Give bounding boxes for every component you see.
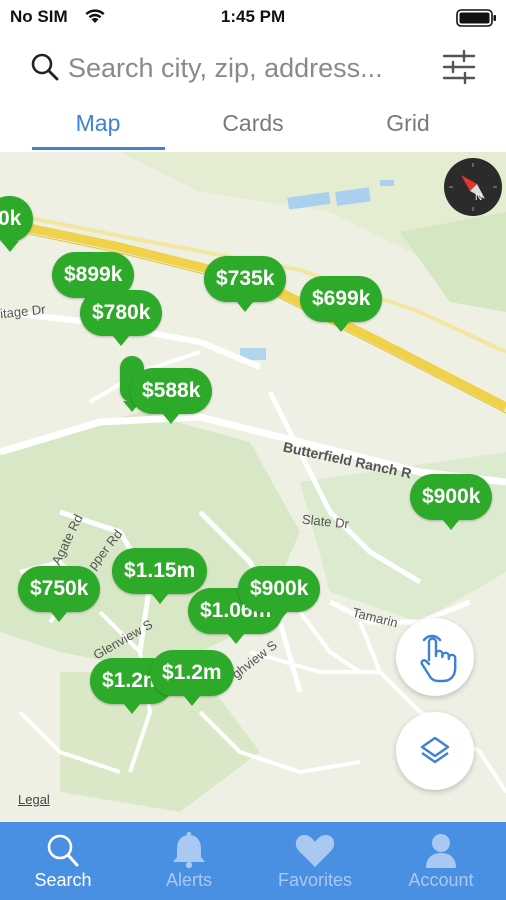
hand-pointer-icon	[420, 634, 457, 683]
svg-text:N: N	[475, 192, 482, 203]
tab-bar-label: Alerts	[165, 870, 212, 890]
status-time: 1:45 PM	[220, 7, 286, 26]
tab-active-indicator	[32, 147, 165, 150]
person-icon	[426, 834, 456, 868]
compass-icon[interactable]: N	[444, 158, 502, 216]
price-pin[interactable]: $750k	[18, 566, 101, 622]
layers-icon	[420, 736, 450, 764]
price-pin[interactable]: $588k	[130, 368, 213, 424]
search-icon	[31, 53, 59, 81]
tab-bar-label: Favorites	[277, 870, 353, 890]
draw-area-button[interactable]	[396, 618, 474, 696]
tab-grid[interactable]: Grid	[341, 110, 475, 137]
price-pin[interactable]: $900k	[410, 474, 493, 530]
price-pin[interactable]: $735k	[204, 256, 287, 312]
bell-icon	[173, 831, 205, 869]
search-icon	[47, 834, 79, 867]
search-bar	[0, 40, 506, 96]
tab-bar-alerts[interactable]: Alerts	[126, 822, 252, 900]
tab-bar-label: Search	[34, 870, 92, 890]
price-pin[interactable]: $900k	[238, 566, 321, 622]
tab-map[interactable]: Map	[31, 110, 165, 137]
price-pin[interactable]: $780k	[80, 290, 163, 346]
status-bar: No SIM 1:45 PM	[0, 0, 506, 34]
tab-bar-favorites[interactable]: Favorites	[252, 822, 378, 900]
tab-cards[interactable]: Cards	[186, 110, 320, 137]
price-pin[interactable]: $699k	[300, 276, 383, 332]
tab-bar-label: Account	[408, 870, 474, 890]
map-layers-button[interactable]	[396, 712, 474, 790]
heart-icon	[295, 835, 335, 867]
view-tabs: Map Cards Grid	[0, 100, 506, 152]
bottom-tab-bar: Search Alerts Favorites Account	[0, 822, 506, 900]
legal-link[interactable]: Legal	[18, 792, 50, 807]
search-input[interactable]	[68, 48, 428, 88]
battery-icon	[456, 9, 496, 27]
tab-bar-search[interactable]: Search	[0, 822, 126, 900]
tab-bar-account[interactable]: Account	[378, 822, 504, 900]
price-pin[interactable]: $1.15m	[112, 548, 208, 604]
price-pin[interactable]: $1.2m	[150, 650, 234, 706]
filter-settings-icon[interactable]	[441, 49, 477, 85]
map-view[interactable]: itage Dr Butterfield Ranch R Slate Dr Ag…	[0, 152, 506, 822]
